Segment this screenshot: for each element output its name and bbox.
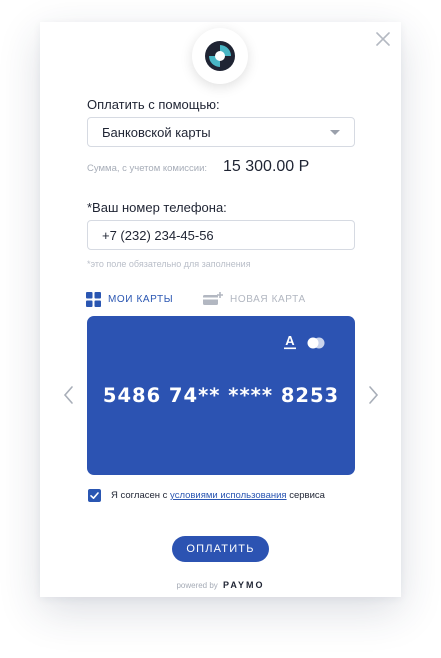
- svg-text:А: А: [285, 334, 295, 348]
- phone-value: +7 (232) 234-45-56: [102, 227, 214, 243]
- required-hint: *это поле обязательно для заполнения: [87, 259, 251, 269]
- tab-my-cards-label: МОИ КАРТЫ: [108, 293, 174, 305]
- grid-icon: [86, 291, 101, 307]
- chevron-left-icon[interactable]: [62, 385, 74, 405]
- amount-label: Сумма, с учетом комиссии:: [87, 163, 208, 174]
- agreement-suffix: сервиса: [286, 490, 325, 501]
- agreement-checkbox[interactable]: [88, 489, 101, 502]
- agreement-row: Я согласен с условиями использования сер…: [88, 489, 325, 502]
- tab-new-card[interactable]: НОВАЯ КАРТА: [203, 291, 306, 307]
- payment-method-select[interactable]: Банковской карты: [87, 117, 355, 147]
- mastercard-icon: [307, 337, 325, 349]
- paymo-logo: [192, 28, 248, 84]
- pay-button[interactable]: ОПЛАТИТЬ: [172, 536, 269, 562]
- bank-card[interactable]: А 5486 74** **** 8253: [87, 316, 355, 475]
- check-icon: [90, 492, 99, 499]
- paymo-logo-icon: [205, 41, 235, 71]
- bank-logo-icon: А: [284, 334, 296, 350]
- paymo-brand: PAYMO: [223, 580, 265, 590]
- phone-field[interactable]: +7 (232) 234-45-56: [87, 220, 355, 250]
- add-card-icon: [203, 292, 223, 305]
- amount-value: 15 300.00 Р: [223, 158, 310, 175]
- agreement-prefix: Я согласен с: [111, 490, 171, 501]
- powered-by-label: powered by: [176, 581, 218, 590]
- card-number: 5486 74** **** 8253: [102, 384, 340, 407]
- powered-by: powered by PAYMO: [0, 580, 441, 590]
- phone-label: *Ваш номер телефона:: [87, 200, 227, 215]
- pay-with-label: Оплатить с помощью:: [87, 97, 220, 112]
- close-icon[interactable]: [374, 30, 392, 48]
- chevron-right-icon[interactable]: [368, 385, 380, 405]
- chevron-down-icon: [330, 130, 340, 135]
- tab-new-card-label: НОВАЯ КАРТА: [230, 293, 306, 305]
- payment-method-value: Банковской карты: [102, 124, 211, 140]
- terms-link[interactable]: условиями использования: [170, 490, 287, 501]
- tab-my-cards[interactable]: МОИ КАРТЫ: [86, 291, 173, 307]
